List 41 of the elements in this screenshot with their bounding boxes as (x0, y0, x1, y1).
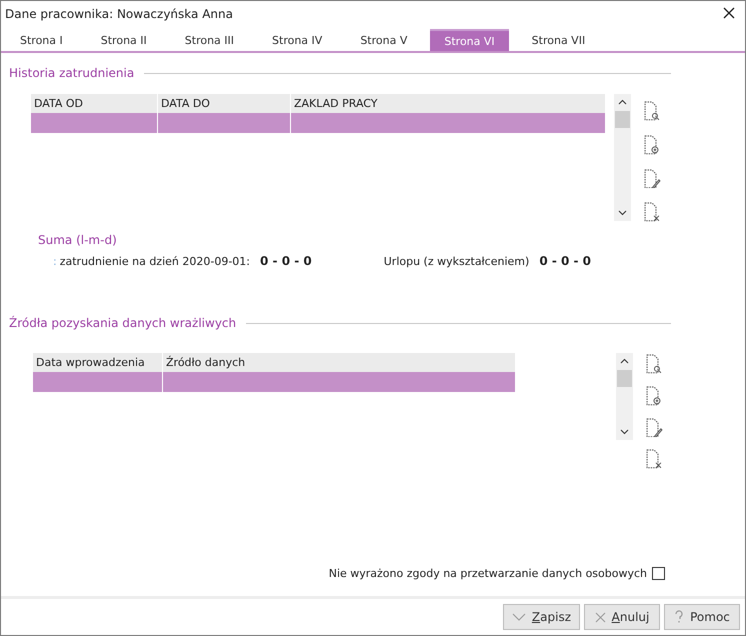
sum-value: 0 - 0 - 0 (260, 254, 312, 268)
section-title: Historia zatrudnienia (9, 66, 134, 80)
close-icon (594, 612, 606, 622)
tab[interactable]: Strona I (5, 29, 78, 51)
separator-mark: : (53, 254, 57, 268)
consent-label: Nie wyrażono zgody na przetwarzanie danych osobowych (328, 567, 647, 580)
save-button[interactable]: Zapisz (502, 604, 580, 630)
scrollbar[interactable] (614, 94, 631, 221)
sum-label: zatrudnienie na dzień 2020-09-01: (60, 254, 250, 268)
document-cross-icon[interactable] (643, 202, 661, 222)
document-pencil-icon[interactable] (645, 418, 663, 438)
scrollbar[interactable] (616, 353, 633, 440)
document-plus-icon[interactable] (645, 386, 663, 406)
section-title: Źródła pozyskania danych wrażliwych (9, 316, 236, 330)
help-icon (674, 610, 684, 624)
tab[interactable]: Strona VI (430, 29, 509, 51)
check-icon (512, 613, 526, 621)
scroll-down-icon[interactable] (618, 210, 627, 216)
tab[interactable]: Strona V (345, 29, 422, 51)
scroll-up-icon[interactable] (620, 358, 629, 364)
tab[interactable]: Strona IV (257, 29, 338, 51)
tab[interactable]: Strona III (170, 29, 250, 51)
sum-title: Suma (l-m-d) (38, 233, 117, 247)
consent-checkbox[interactable] (652, 567, 665, 580)
close-icon[interactable] (723, 7, 735, 19)
scroll-down-icon[interactable] (620, 429, 629, 435)
tab[interactable]: Strona II (86, 29, 162, 51)
document-search-icon[interactable] (645, 354, 663, 374)
window-title: Dane pracownika: Nowaczyńska Anna (5, 7, 233, 21)
help-button[interactable]: Pomoc (664, 604, 740, 630)
document-search-icon[interactable] (643, 101, 661, 121)
tab[interactable]: Strona VII (516, 29, 600, 51)
scroll-thumb[interactable] (617, 370, 632, 387)
scroll-thumb[interactable] (615, 111, 630, 128)
sum-value: 0 - 0 - 0 (539, 254, 592, 268)
cancel-button[interactable]: Anuluj (584, 604, 660, 630)
document-pencil-icon[interactable] (643, 168, 661, 188)
scroll-up-icon[interactable] (618, 99, 627, 105)
document-plus-icon[interactable] (643, 134, 661, 154)
sum-label: Urlopu (z wykształceniem) (384, 254, 530, 268)
document-cross-icon[interactable] (645, 449, 663, 469)
